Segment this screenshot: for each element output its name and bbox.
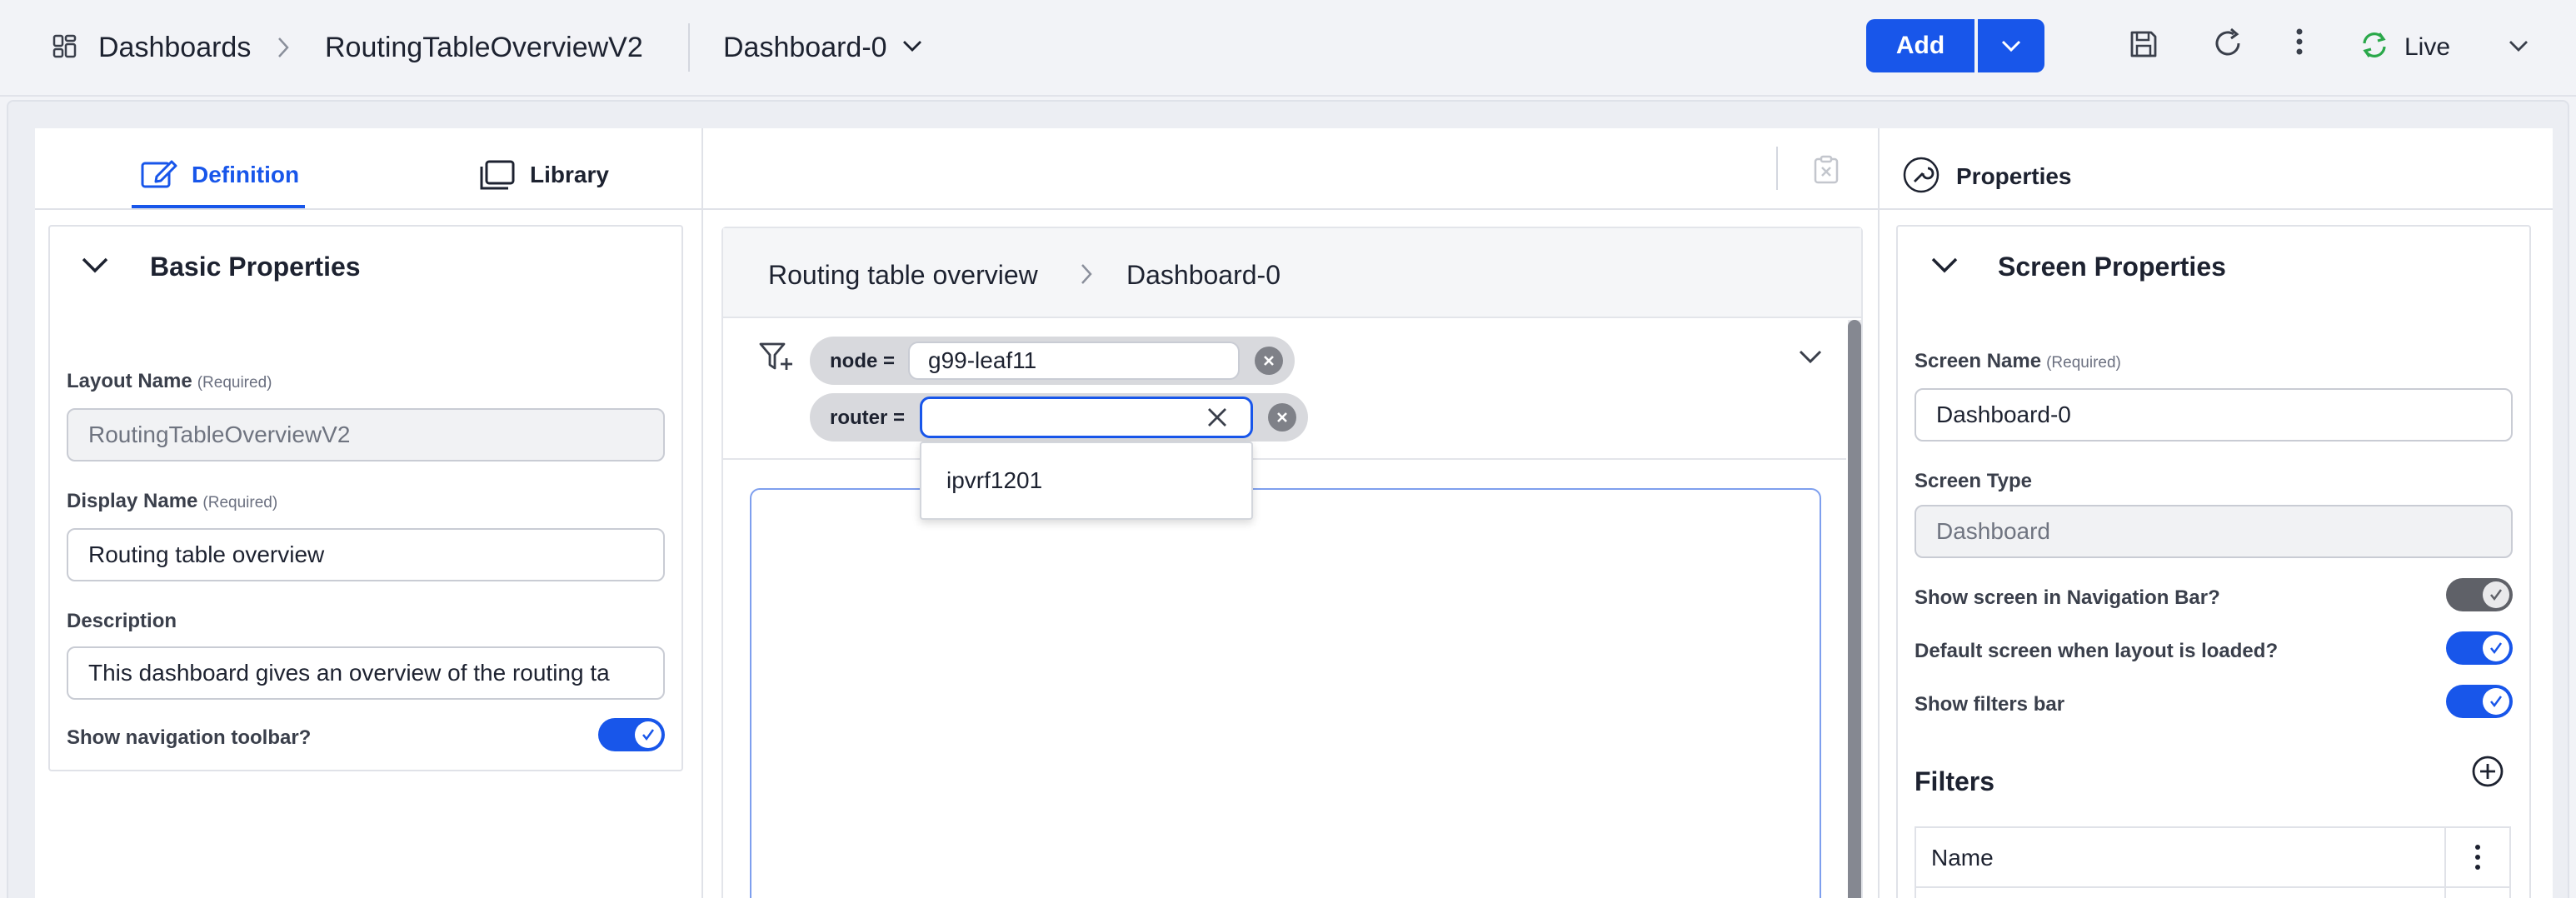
library-icon <box>478 158 517 192</box>
filters-table-col-name[interactable]: Name <box>1931 845 1994 871</box>
filters-table-col-divider <box>2444 828 2446 898</box>
check-icon <box>2490 696 2503 708</box>
chevron-down-icon[interactable] <box>1930 255 1959 275</box>
filter-node-input[interactable]: g99-leaf11 <box>908 342 1240 380</box>
chevron-down-icon[interactable] <box>2508 38 2529 53</box>
layout-name-label: Layout Name (Required) <box>67 370 272 392</box>
breadcrumb-dashboards[interactable]: Dashboards <box>98 33 251 62</box>
filter-node-label: node = <box>830 350 896 372</box>
center-toolbar-divider <box>701 208 1880 210</box>
add-button[interactable]: Add <box>1866 19 1974 72</box>
table-more-vertical-icon[interactable] <box>2473 843 2483 871</box>
chevron-right-icon <box>1078 262 1095 287</box>
chevron-down-icon[interactable] <box>901 38 923 53</box>
router-input-clear-icon[interactable] <box>1206 407 1228 428</box>
breadcrumb-layout[interactable]: RoutingTableOverviewV2 <box>325 33 643 62</box>
filter-router-label: router = <box>830 407 906 429</box>
filter-router-clear-icon[interactable] <box>1268 403 1296 432</box>
tab-definition[interactable]: Definition <box>192 162 299 188</box>
description-input[interactable]: This dashboard gives an overview of the … <box>67 646 665 700</box>
filter-add-icon[interactable] <box>758 340 795 375</box>
tab-library[interactable]: Library <box>530 162 609 188</box>
add-dropdown-button[interactable] <box>1978 19 2044 72</box>
screen-properties-title: Screen Properties <box>1998 252 2226 282</box>
filters-collapse-chevron-icon[interactable] <box>1798 348 1823 365</box>
filter-node-clear-icon[interactable] <box>1255 347 1283 375</box>
show-in-nav-label: Show screen in Navigation Bar? <box>1915 586 2220 609</box>
screen-name-input[interactable]: Dashboard-0 <box>1915 388 2513 442</box>
more-vertical-icon[interactable] <box>2293 27 2306 60</box>
filter-router-input[interactable] <box>920 397 1253 438</box>
chevron-down-icon <box>2001 40 2021 52</box>
filters-title: Filters <box>1915 766 1995 796</box>
preview-scrollbar-thumb[interactable] <box>1848 320 1861 898</box>
check-icon <box>2490 589 2503 601</box>
description-label: Description <box>67 610 177 632</box>
add-filter-icon[interactable] <box>2471 755 2504 788</box>
wrench-icon <box>1903 157 1939 193</box>
refresh-icon[interactable] <box>2211 27 2244 60</box>
screen-name-label: Screen Name (Required) <box>1915 350 2121 372</box>
default-screen-toggle[interactable] <box>2446 631 2513 665</box>
check-icon <box>2490 642 2503 655</box>
screen-type-label: Screen Type <box>1915 470 2032 492</box>
default-screen-label: Default screen when layout is loaded? <box>1915 640 2279 662</box>
preview-breadcrumb-screen[interactable]: Dashboard-0 <box>1126 260 1281 291</box>
center-toolbar-separator <box>1776 147 1778 190</box>
dashboard-selector[interactable]: Dashboard-0 <box>723 33 887 62</box>
dashboard-canvas[interactable] <box>750 488 1821 898</box>
filters-table-header-divider <box>1915 886 2511 888</box>
chevron-right-icon <box>275 35 292 60</box>
basic-properties-title: Basic Properties <box>150 252 361 282</box>
dashboards-grid-icon[interactable] <box>52 33 78 60</box>
display-name-label: Display Name (Required) <box>67 490 278 512</box>
chevron-down-icon[interactable] <box>80 255 110 275</box>
tabs-divider <box>35 208 701 210</box>
show-navigation-toolbar-label: Show navigation toolbar? <box>67 726 312 749</box>
display-name-input[interactable]: Routing table overview <box>67 528 665 581</box>
live-sync-icon[interactable] <box>2358 28 2391 62</box>
show-in-nav-toggle <box>2446 578 2513 611</box>
live-label[interactable]: Live <box>2404 33 2450 62</box>
save-icon[interactable] <box>2128 28 2159 60</box>
preview-breadcrumb-layout[interactable]: Routing table overview <box>768 260 1038 291</box>
topbar-divider <box>688 23 690 72</box>
edit-icon <box>140 157 178 190</box>
screen-type-input: Dashboard <box>1915 505 2513 558</box>
show-filters-toggle[interactable] <box>2446 685 2513 718</box>
router-dropdown-option[interactable]: ipvrf1201 <box>920 442 1253 520</box>
check-icon <box>642 729 655 741</box>
show-filters-label: Show filters bar <box>1915 693 2065 716</box>
show-navigation-toolbar-toggle[interactable] <box>598 718 665 751</box>
properties-title: Properties <box>1956 163 2072 189</box>
properties-header-divider <box>1880 208 2553 210</box>
layout-name-input: RoutingTableOverviewV2 <box>67 408 665 461</box>
clear-widget-icon <box>1813 155 1840 185</box>
tab-definition-indicator <box>132 205 305 208</box>
